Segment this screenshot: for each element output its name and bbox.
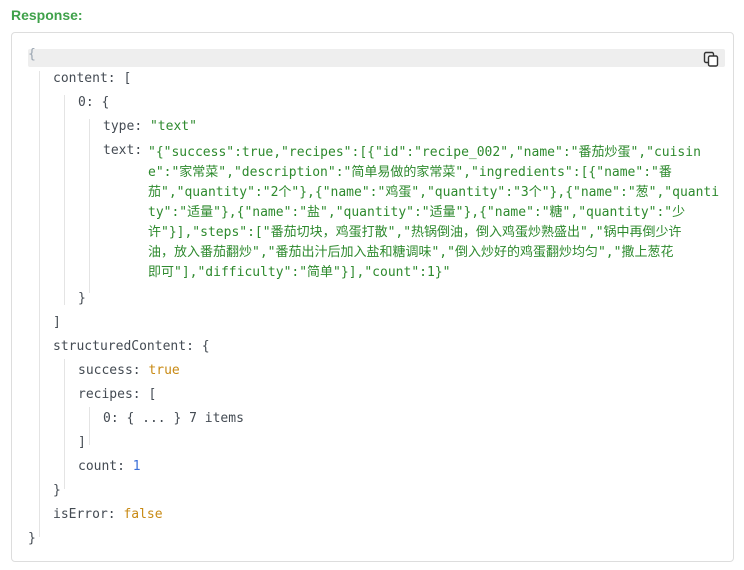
structured-content-open-brace: { xyxy=(201,339,210,354)
text-value: "{"success":true,"recipes":[{"id":"recip… xyxy=(104,143,720,283)
success-row: success: true xyxy=(78,359,180,383)
recipe-item-0-collapsed[interactable]: 0: { ... } 7 items xyxy=(103,407,244,431)
recipes-node[interactable]: recipes: [ xyxy=(78,383,156,407)
is-error-key: isError xyxy=(53,507,108,522)
recipes-close-bracket: ] xyxy=(78,435,86,450)
structured-content-key: structuredContent xyxy=(53,339,187,354)
text-value-line: 许"}],"steps":["番茄切块，鸡蛋打散","热锅倒油，倒入鸡蛋炒熟盛出… xyxy=(148,225,682,240)
is-error-value: false xyxy=(123,507,163,522)
json-viewer: { content: [ 0: { type: "text" text: } ]… xyxy=(12,33,735,563)
structured-content-node[interactable]: structuredContent: { xyxy=(53,335,210,359)
response-heading: Response: xyxy=(11,7,83,23)
success-value: true xyxy=(148,363,180,378)
content-node[interactable]: content: [ xyxy=(53,67,131,91)
colon: : xyxy=(132,363,149,378)
success-key: success xyxy=(78,363,133,378)
content-open-bracket: [ xyxy=(123,71,132,86)
colon: : xyxy=(186,339,202,354)
text-value-line: 茄","quantity":"2个"},{"name":"鸡蛋","quanti… xyxy=(148,185,720,200)
colon: : xyxy=(134,119,150,134)
content-item-close-brace: } xyxy=(78,291,86,306)
content-item-index: 0 xyxy=(78,95,86,110)
content-key: content xyxy=(53,71,108,86)
colon: : xyxy=(107,507,124,522)
structured-content-close-brace: } xyxy=(53,483,61,498)
count-row: count: 1 xyxy=(78,455,141,479)
colon: : xyxy=(107,71,124,86)
text-value-line: e":"家常菜","description":"简单易做的家常菜","ingre… xyxy=(148,165,672,180)
indent-guide xyxy=(39,71,40,537)
type-key: type xyxy=(103,119,135,134)
indent-guide xyxy=(89,407,90,445)
indent-guide xyxy=(64,359,65,489)
text-value-line: ty":"适量"},{"name":"盐","quantity":"适量"},{… xyxy=(148,205,686,220)
content-close-bracket: ] xyxy=(53,315,61,330)
text-value-line: "{"success":true,"recipes":[{"id":"recip… xyxy=(148,145,701,160)
root-open-brace[interactable]: { xyxy=(28,47,36,62)
type-value: "text" xyxy=(149,119,197,134)
response-panel: { content: [ 0: { type: "text" text: } ]… xyxy=(11,32,734,562)
colon: : xyxy=(132,387,149,402)
indent-guide xyxy=(89,119,90,293)
count-key: count xyxy=(78,459,118,474)
recipes-key: recipes xyxy=(78,387,133,402)
colon: : xyxy=(85,95,102,110)
collapsed-object[interactable]: { ... } xyxy=(126,411,181,426)
content-item-open-brace: { xyxy=(101,95,110,110)
recipe-item-index: 0 xyxy=(103,411,111,426)
recipes-open-bracket: [ xyxy=(148,387,157,402)
text-value-line: 即可"],"difficulty":"简单"}],"count":1}" xyxy=(148,265,451,280)
items-count-label: 7 items xyxy=(189,411,244,426)
root-close-brace: } xyxy=(28,531,36,546)
content-item-0-node[interactable]: 0: { xyxy=(78,91,109,115)
count-value: 1 xyxy=(132,459,141,474)
indent-guide xyxy=(64,95,65,305)
colon: : xyxy=(110,411,127,426)
text-value-line: 油，放入番茄翻炒","番茄出汁后加入盐和糖调味","倒入炒好的鸡蛋翻炒均匀","… xyxy=(148,245,674,260)
colon: : xyxy=(117,459,133,474)
type-row: type: "text" xyxy=(103,115,197,139)
is-error-row: isError: false xyxy=(53,503,163,527)
